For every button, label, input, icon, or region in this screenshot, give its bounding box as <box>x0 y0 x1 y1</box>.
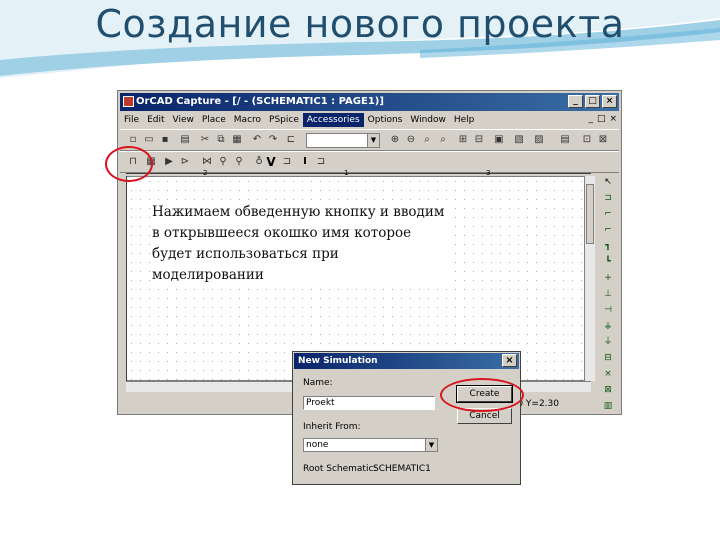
zoom-out-icon[interactable]: ⊖ <box>404 133 418 147</box>
port-icon[interactable]: ⊟ <box>600 352 616 365</box>
bus-icon[interactable]: ┓ <box>600 240 616 253</box>
save-icon[interactable]: ▪ <box>158 133 172 147</box>
bill-of-materials-icon[interactable]: ▤ <box>558 133 572 147</box>
paste-icon[interactable]: ▦ <box>230 133 244 147</box>
snap-to-grid-icon[interactable]: ⊡ <box>580 133 594 147</box>
root-schematic-label: Root Schematic: <box>303 464 377 474</box>
dialog-title-bar[interactable]: New Simulation × <box>294 353 519 369</box>
menu-macro[interactable]: Macro <box>230 113 265 127</box>
menu-help[interactable]: Help <box>450 113 479 127</box>
print-icon[interactable]: ▤ <box>178 133 192 147</box>
minimize-button[interactable]: _ <box>568 95 583 108</box>
part-name-combo[interactable]: ▼ <box>306 133 380 148</box>
view-simulation-results-icon[interactable]: ⊳ <box>178 155 192 169</box>
menu-window[interactable]: Window <box>406 113 450 127</box>
menu-view[interactable]: View <box>169 113 198 127</box>
enable-bias-voltage-icon[interactable]: V <box>264 155 278 169</box>
wire-icon[interactable]: ⌐ <box>600 208 616 221</box>
mdi-close-button[interactable]: × <box>609 114 617 124</box>
cross-reference-icon[interactable]: ▨ <box>532 133 546 147</box>
hierarchical-block-icon[interactable]: ⏚ <box>600 336 616 349</box>
voltage-display-icon[interactable]: ⊐ <box>280 155 294 169</box>
zoom-all-icon[interactable]: ⌕ <box>436 133 450 147</box>
simulation-name-input[interactable]: Proekt <box>303 396 435 410</box>
window-title-bar[interactable]: OrCAD Capture - [/ - (SCHEMATIC1 : PAGE1… <box>120 93 619 111</box>
mdi-minimize-button[interactable]: _ <box>588 114 593 124</box>
inherit-from-label: Inherit From: <box>303 422 361 432</box>
place-part-icon[interactable]: ⊏ <box>284 133 298 147</box>
menu-bar: File Edit View Place Macro PSpice Access… <box>120 112 619 128</box>
mdi-restore-button[interactable]: □ <box>597 114 606 124</box>
open-file-icon[interactable]: ▭ <box>142 133 156 147</box>
copy-icon[interactable]: ⧉ <box>214 133 228 147</box>
select-arrow-icon[interactable]: ↖ <box>600 176 616 189</box>
ground-icon[interactable]: ⊣ <box>600 304 616 317</box>
menu-file[interactable]: File <box>120 113 143 127</box>
dialog-title: New Simulation <box>298 356 378 366</box>
part-icon[interactable]: ⊐ <box>600 192 616 205</box>
redo-icon[interactable]: ↷ <box>266 133 280 147</box>
annotate-icon[interactable]: ⊞ <box>456 133 470 147</box>
orcad-app-icon <box>123 96 134 107</box>
maximize-button[interactable]: □ <box>585 95 600 108</box>
voltage-level-marker-icon[interactable]: ⚲ <box>216 155 230 169</box>
pspice-toolbar: ⊓ ▦ ▶ ⊳ ⋈ ⚲ ⚲ ♁ V ⊐ I ⊐ <box>120 151 619 173</box>
markers-icon[interactable]: ⋈ <box>200 155 214 169</box>
menu-pspice[interactable]: PSpice <box>265 113 303 127</box>
root-schematic-value: SCHEMATIC1 <box>373 464 431 474</box>
instruction-text: Нажимаем обведенную кнопку и вводим в от… <box>152 202 452 286</box>
ruler-left <box>126 176 131 381</box>
window-title: OrCAD Capture - [/ - (SCHEMATIC1 : PAGE1… <box>136 96 384 107</box>
bus-entry-icon[interactable]: + <box>600 272 616 285</box>
current-display-icon[interactable]: ⊐ <box>314 155 328 169</box>
standard-toolbar: ▫ ▭ ▪ ▤ ✂ ⧉ ▦ ↶ ↷ ⊏ ▼ ⊕ ⊖ ⌕ ⌕ ⊞ ⊟ ▣ ▧ ▨ … <box>120 129 619 151</box>
menu-accessories[interactable]: Accessories <box>302 113 364 127</box>
menu-edit[interactable]: Edit <box>143 113 168 127</box>
dialog-close-button[interactable]: × <box>502 354 517 367</box>
dropdown-arrow-icon[interactable]: ▼ <box>425 439 437 451</box>
menu-options[interactable]: Options <box>364 113 407 127</box>
create-button-highlight <box>440 378 524 412</box>
undo-icon[interactable]: ↶ <box>250 133 264 147</box>
vertical-scroll-thumb[interactable] <box>586 184 594 244</box>
power-icon[interactable]: ⊥ <box>600 288 616 301</box>
create-netlist-icon[interactable]: ▧ <box>512 133 526 147</box>
draw-palette: ↖ ⊐ ⌐ ⌐ ┓ ┗ + ⊥ ⊣ ⚶ ⏚ ⊟ × ⊠ ▥ <box>598 176 618 411</box>
no-connect-icon[interactable]: × <box>600 368 616 381</box>
run-pspice-icon[interactable]: ▶ <box>162 155 176 169</box>
cut-icon[interactable]: ✂ <box>198 133 212 147</box>
close-button[interactable]: × <box>602 95 617 108</box>
new-file-icon[interactable]: ▫ <box>126 133 140 147</box>
text-icon[interactable]: ⊠ <box>600 384 616 397</box>
zoom-in-icon[interactable]: ⊕ <box>388 133 402 147</box>
new-simulation-dialog: New Simulation × Name: Proekt Inherit Fr… <box>292 351 521 485</box>
junction-icon[interactable]: ┗ <box>600 256 616 269</box>
inherit-from-select[interactable]: none ▼ <box>303 438 438 452</box>
vertical-scrollbar[interactable] <box>584 176 595 381</box>
inherit-from-value: none <box>306 440 329 450</box>
name-label: Name: <box>303 378 333 388</box>
voltage-differential-marker-icon[interactable]: ⚲ <box>232 155 246 169</box>
design-rules-icon[interactable]: ▣ <box>492 133 506 147</box>
slide-title: Создание нового проекта <box>95 2 625 46</box>
net-alias-icon[interactable]: ⌐ <box>600 224 616 237</box>
menu-place[interactable]: Place <box>198 113 230 127</box>
back-annotate-icon[interactable]: ⊟ <box>472 133 486 147</box>
combo-dropdown-icon[interactable]: ▼ <box>367 134 379 147</box>
project-manager-icon[interactable]: ⊠ <box>596 133 610 147</box>
zoom-area-icon[interactable]: ⌕ <box>420 133 434 147</box>
off-page-icon[interactable]: ⚶ <box>600 320 616 333</box>
enable-bias-current-icon[interactable]: I <box>298 155 312 169</box>
toolbar-button-highlight <box>105 146 153 182</box>
